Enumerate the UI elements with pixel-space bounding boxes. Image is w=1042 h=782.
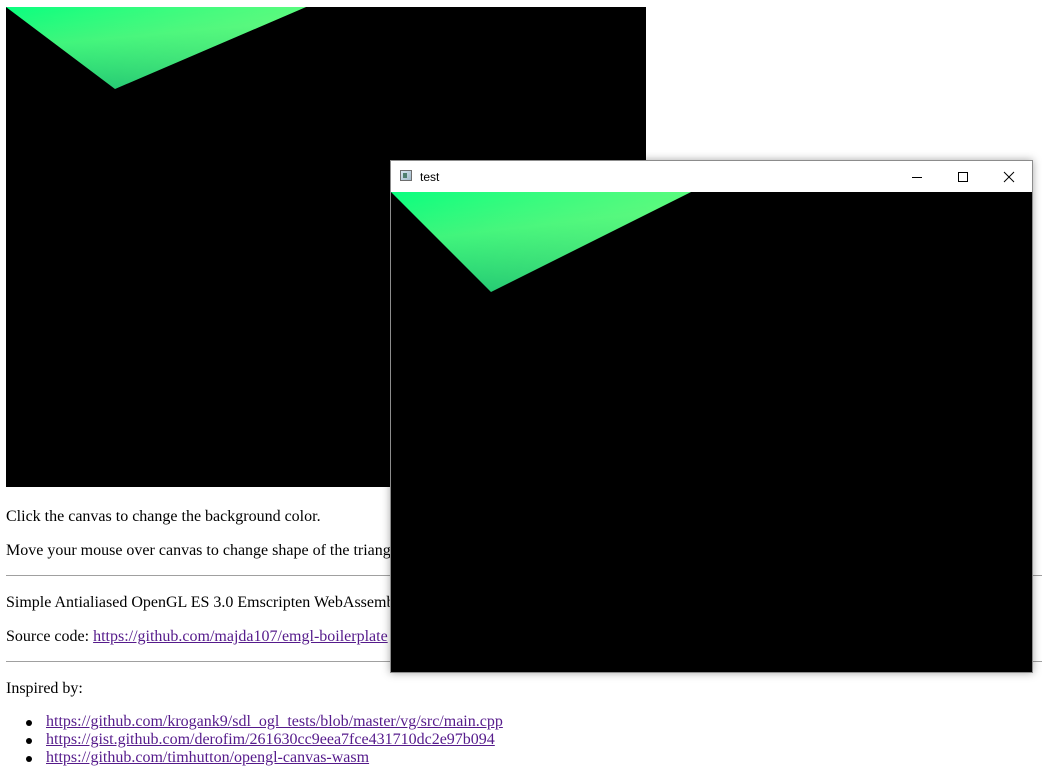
close-icon bbox=[1003, 171, 1015, 182]
inspired-link-2[interactable]: https://gist.github.com/derofim/261630cc… bbox=[46, 731, 495, 748]
bullet-icon bbox=[26, 738, 32, 744]
window-titlebar[interactable]: test bbox=[391, 161, 1032, 192]
inspired-by-list: https://github.com/krogank9/sdl_ogl_test… bbox=[6, 713, 503, 767]
window-title: test bbox=[420, 170, 440, 184]
page: Click the canvas to change the backgroun… bbox=[0, 0, 1042, 782]
window-gl-canvas[interactable] bbox=[391, 192, 1032, 672]
project-description: Simple Antialiased OpenGL ES 3.0 Emscrip… bbox=[6, 594, 407, 611]
minimize-button[interactable] bbox=[894, 161, 940, 192]
list-item: https://github.com/krogank9/sdl_ogl_test… bbox=[26, 713, 503, 731]
window-triangle-highlight bbox=[391, 192, 691, 292]
bullet-icon bbox=[26, 720, 32, 726]
inspired-by-label: Inspired by: bbox=[6, 680, 83, 697]
close-button[interactable] bbox=[986, 161, 1032, 192]
window-canvas-scene bbox=[391, 192, 691, 292]
maximize-button[interactable] bbox=[940, 161, 986, 192]
source-code-link[interactable]: https://github.com/majda107/emgl-boilerp… bbox=[93, 628, 388, 645]
triangle-highlight bbox=[6, 7, 306, 89]
source-code-label: Source code: bbox=[6, 628, 94, 645]
instruction-move: Move your mouse over canvas to change sh… bbox=[6, 542, 407, 559]
native-window[interactable]: test bbox=[390, 160, 1033, 673]
app-window-icon[interactable] bbox=[400, 170, 412, 181]
list-item: https://github.com/timhutton/opengl-canv… bbox=[26, 749, 503, 767]
source-code-line: Source code: https://github.com/majda107… bbox=[6, 628, 388, 646]
inspired-link-1[interactable]: https://github.com/krogank9/sdl_ogl_test… bbox=[46, 713, 503, 730]
inspired-link-3[interactable]: https://github.com/timhutton/opengl-canv… bbox=[46, 749, 369, 766]
instruction-click: Click the canvas to change the backgroun… bbox=[6, 508, 321, 525]
maximize-icon bbox=[958, 171, 968, 182]
bullet-icon bbox=[26, 756, 32, 762]
list-item: https://gist.github.com/derofim/261630cc… bbox=[26, 731, 503, 749]
minimize-icon bbox=[912, 176, 922, 178]
